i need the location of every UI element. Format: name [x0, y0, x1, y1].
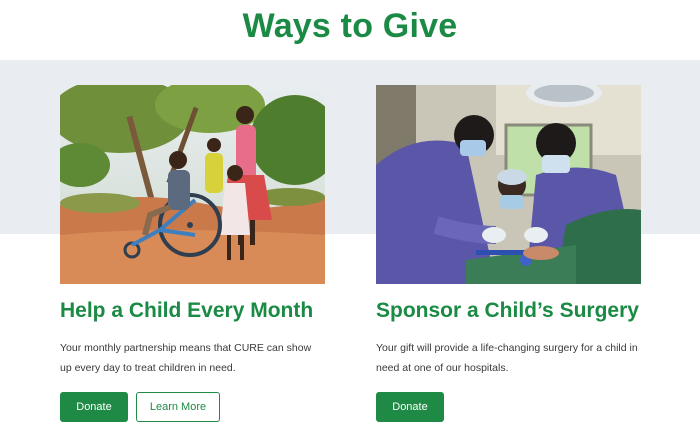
card-heading: Help a Child Every Month	[60, 299, 314, 322]
page-title: Ways to Give	[242, 7, 458, 45]
donate-button[interactable]: Donate	[376, 392, 444, 422]
card-monthly-giving: Help a Child Every Month Your monthly pa…	[60, 85, 325, 422]
photo-surgeons-operating	[376, 85, 641, 284]
card-sponsor-surgery: Sponsor a Child’s Surgery Your gift will…	[376, 85, 641, 422]
card-heading: Sponsor a Child’s Surgery	[376, 299, 639, 322]
card-actions: Donate	[376, 392, 444, 422]
learn-more-button[interactable]: Learn More	[136, 392, 220, 422]
card-body: Your monthly partnership means that CURE…	[60, 342, 312, 374]
card-actions: Donate Learn More	[60, 392, 220, 422]
photo-children-wheelchair	[60, 85, 325, 284]
donate-button[interactable]: Donate	[60, 392, 128, 422]
card-body: Your gift will provide a life-changing s…	[376, 342, 638, 374]
